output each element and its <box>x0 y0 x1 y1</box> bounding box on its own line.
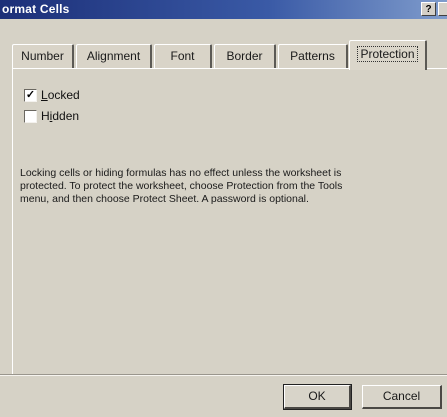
window-title: ormat Cells <box>2 2 70 16</box>
ok-button[interactable]: OK <box>283 384 352 410</box>
hidden-mnemonic: i <box>49 109 53 123</box>
format-cells-dialog: ormat Cells ? Number Alignment Font Bord… <box>0 0 447 417</box>
footer-separator <box>0 374 447 376</box>
hidden-checkbox[interactable] <box>24 110 37 123</box>
tab-border[interactable]: Border <box>214 44 276 68</box>
tab-border-label: Border <box>226 49 263 63</box>
tab-patterns[interactable]: Patterns <box>278 44 348 68</box>
title-bar[interactable]: ormat Cells ? <box>0 0 447 19</box>
help-button[interactable]: ? <box>421 2 436 16</box>
cancel-button[interactable]: Cancel <box>362 385 442 409</box>
tab-alignment[interactable]: Alignment <box>76 44 152 68</box>
tab-patterns-label: Patterns <box>290 49 335 63</box>
tab-number-label: Number <box>21 49 64 63</box>
tab-protection[interactable]: Protection <box>349 40 427 70</box>
tab-strip: Number Alignment Font Border Patterns Pr… <box>12 40 442 70</box>
locked-mnemonic: L <box>41 88 48 102</box>
tab-alignment-label: Alignment <box>86 49 141 63</box>
hidden-label: Hidden <box>41 109 80 123</box>
tab-font-label: Font <box>170 49 195 63</box>
tab-number[interactable]: Number <box>12 44 74 68</box>
tab-protection-label: Protection <box>357 46 418 62</box>
tab-font[interactable]: Font <box>154 44 212 68</box>
protection-info-text: Locking cells or hiding formulas has no … <box>20 167 343 205</box>
close-button[interactable] <box>438 2 447 16</box>
locked-label: Locked <box>41 88 80 102</box>
locked-checkbox[interactable]: ✓ <box>24 89 37 102</box>
